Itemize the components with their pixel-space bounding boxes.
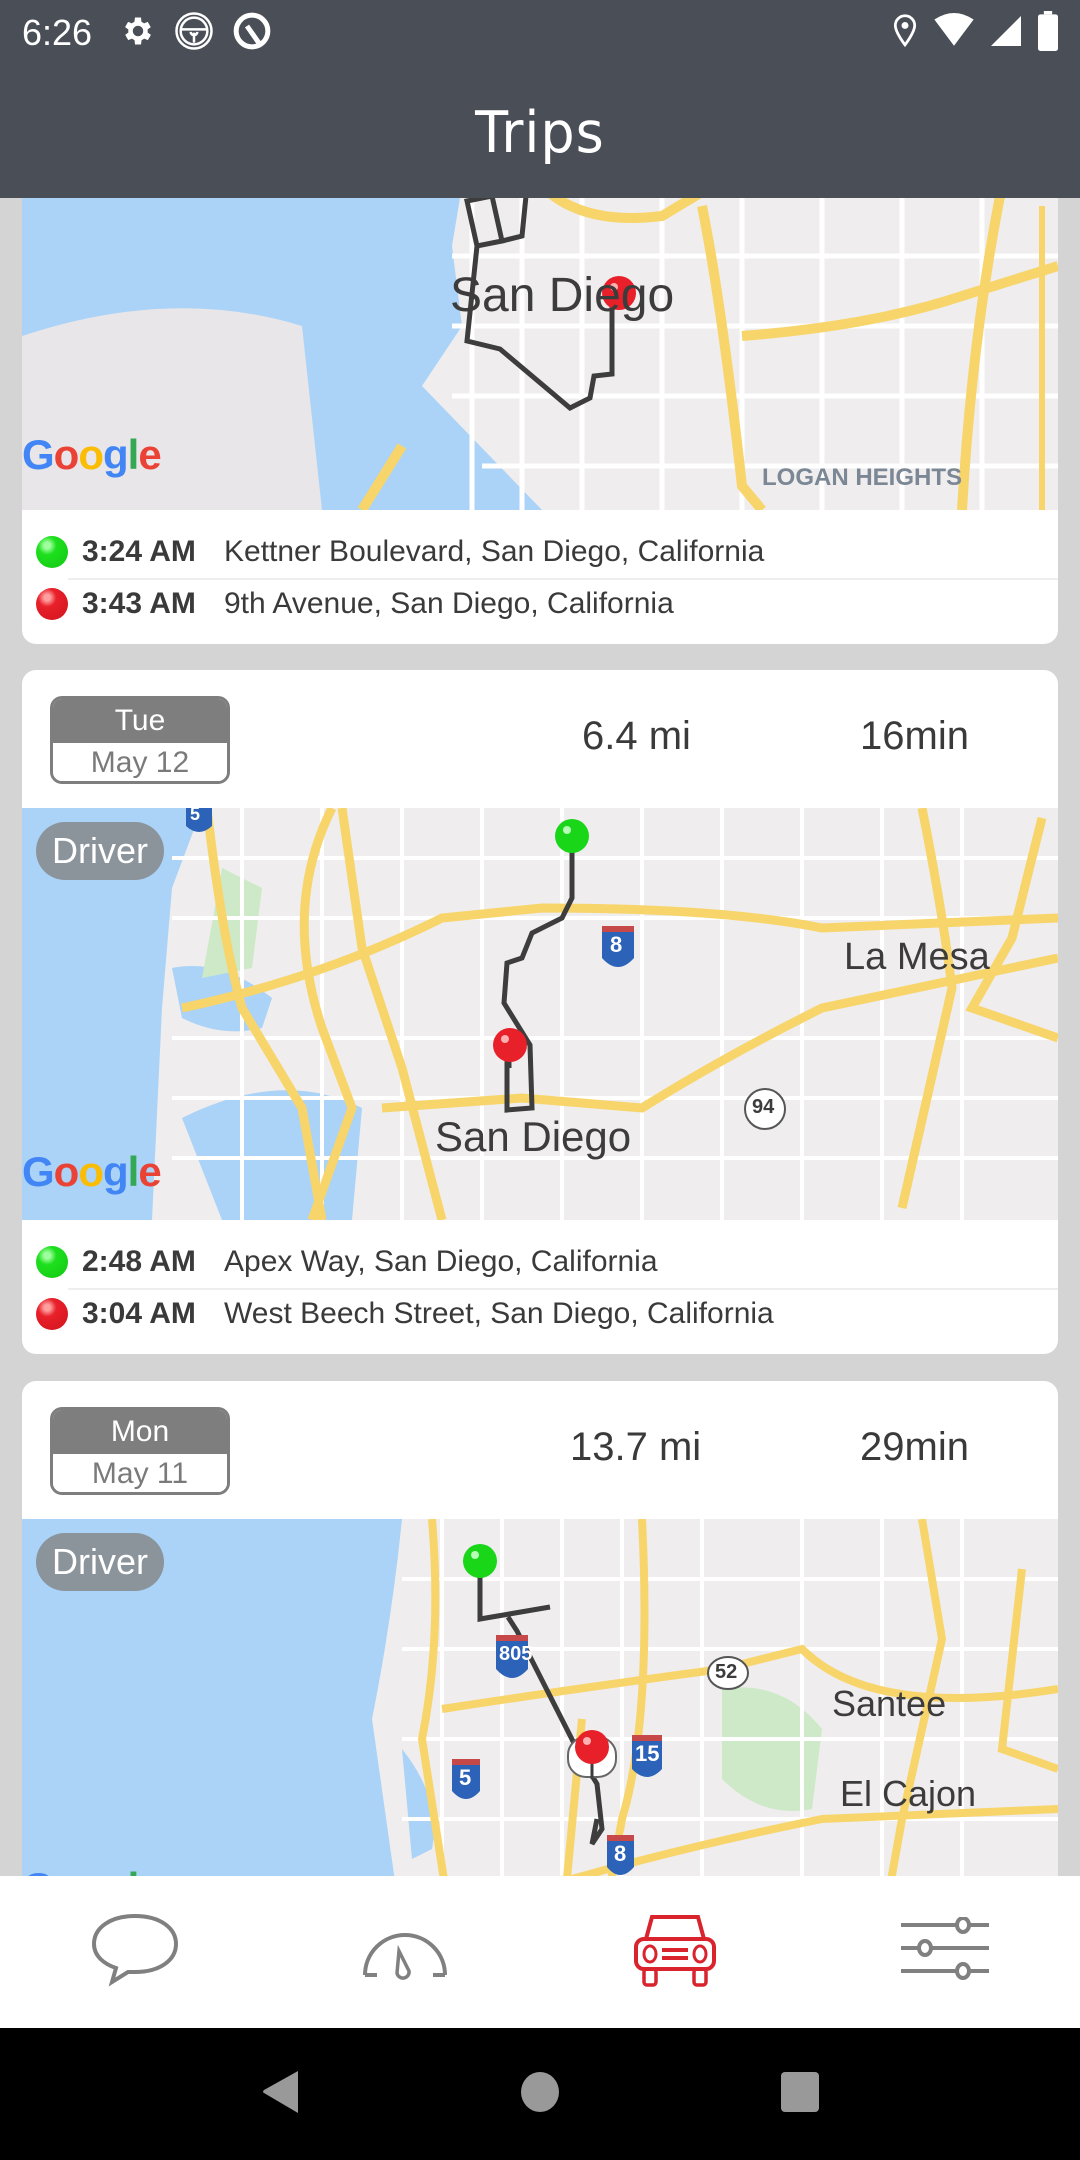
end-time: 3:04 AM (82, 1297, 196, 1330)
trip-card[interactable]: Tue May 12 6.4 mi 16min 5 8 94 La Mesa S… (22, 670, 1058, 1354)
trip-card[interactable]: Mon May 11 13.7 mi 29min 805 52 15 5 8 S… (22, 1381, 1058, 1876)
bottom-nav (0, 1876, 1080, 2028)
date-badge: Tue May 12 (50, 696, 230, 784)
trip-header: Mon May 11 13.7 mi 29min (22, 1381, 1058, 1519)
trip-end: 3:43 AM 9th Avenue, San Diego, Californi… (22, 578, 1058, 630)
back-button[interactable] (240, 2054, 320, 2134)
shield-label: 805 (499, 1643, 533, 1665)
trip-card[interactable]: San Diego LOGAN HEIGHTS Google 3:24 AM K… (22, 198, 1058, 644)
trip-distance: 13.7 mi (570, 1425, 702, 1469)
driver-badge: Driver (36, 822, 164, 880)
nav-trips[interactable] (605, 1902, 745, 2002)
trip-duration: 16min (860, 714, 969, 758)
start-dot-icon (36, 1246, 68, 1278)
trip-start: 2:48 AM Apex Way, San Diego, California (22, 1236, 1058, 1288)
trip-distance: 6.4 mi (582, 714, 691, 758)
location-icon (890, 13, 920, 54)
shield-label: 5 (459, 1765, 472, 1790)
trip-start: 3:24 AM Kettner Boulevard, San Diego, Ca… (22, 526, 1058, 578)
end-dot-icon (36, 1298, 68, 1330)
shield-label: 94 (752, 1096, 775, 1118)
trip-day: Mon (53, 1410, 227, 1454)
recents-icon (780, 2071, 820, 2118)
end-address: West Beech Street, San Diego, California (224, 1297, 774, 1330)
start-dot-icon (36, 536, 68, 568)
trip-duration: 29min (860, 1425, 969, 1469)
driver-badge: Driver (36, 1533, 164, 1591)
start-time: 2:48 AM (82, 1245, 196, 1278)
system-nav-bar (0, 2028, 1080, 2160)
end-address: 9th Avenue, San Diego, California (224, 587, 674, 620)
status-time: 6:26 (22, 12, 93, 53)
map-label: San Diego (450, 269, 675, 322)
shield-label: 5 (190, 808, 201, 824)
gear-icon (120, 13, 156, 54)
trip-day: Tue (53, 699, 227, 743)
date-badge: Mon May 11 (50, 1407, 230, 1495)
page-title: Trips (475, 98, 605, 166)
speedometer-icon (359, 1915, 451, 1990)
map-label: LOGAN HEIGHTS (762, 464, 963, 491)
shield-label: 8 (610, 932, 623, 957)
start-address: Apex Way, San Diego, California (224, 1245, 658, 1278)
shield-label: 52 (715, 1661, 738, 1683)
home-icon (520, 2071, 560, 2118)
trip-stops: 3:24 AM Kettner Boulevard, San Diego, Ca… (22, 510, 1058, 644)
signal-icon (988, 13, 1024, 54)
status-bar: 6:26 (0, 0, 1080, 66)
map-label: Santee (832, 1683, 947, 1724)
map-label: La Mesa (844, 936, 990, 978)
nav-messages[interactable] (65, 1902, 205, 2002)
home-button[interactable] (500, 2054, 580, 2134)
google-logo: Google (22, 431, 162, 478)
battery-icon (1038, 10, 1058, 56)
map-label: El Cajon (840, 1773, 977, 1814)
nav-settings[interactable] (875, 1902, 1015, 2002)
start-address: Kettner Boulevard, San Diego, California (224, 535, 765, 568)
google-logo: Google (22, 1148, 162, 1195)
nav-dashboard[interactable] (335, 1902, 475, 2002)
trip-header: Tue May 12 6.4 mi 16min (22, 670, 1058, 808)
google-logo: Google (22, 1864, 162, 1876)
trip-date: May 11 (53, 1454, 227, 1492)
start-time: 3:24 AM (82, 535, 196, 568)
trip-end: 3:04 AM West Beech Street, San Diego, Ca… (22, 1288, 1058, 1340)
trip-map[interactable]: San Diego LOGAN HEIGHTS Google (22, 198, 1058, 510)
shield-label: 8 (614, 1841, 627, 1866)
steering-wheel-icon (174, 11, 214, 56)
recents-button[interactable] (760, 2054, 840, 2134)
q-app-icon (232, 11, 272, 56)
end-time: 3:43 AM (82, 587, 196, 620)
sliders-icon (899, 1915, 991, 1988)
chat-bubble-icon (90, 1912, 180, 1993)
car-icon (632, 1913, 718, 1992)
back-icon (260, 2069, 300, 2120)
trip-date: May 12 (53, 743, 227, 781)
trip-map[interactable]: 805 52 15 5 8 Santee El Cajon Driver Goo… (22, 1519, 1058, 1876)
trips-list[interactable]: San Diego LOGAN HEIGHTS Google 3:24 AM K… (0, 198, 1080, 1876)
end-dot-icon (36, 588, 68, 620)
app-bar: Trips (0, 66, 1080, 198)
shield-label: 15 (635, 1741, 660, 1766)
map-label: San Diego (435, 1113, 632, 1160)
trip-stops: 2:48 AM Apex Way, San Diego, California … (22, 1220, 1058, 1354)
trip-map[interactable]: 5 8 94 La Mesa San Diego Driver Google (22, 808, 1058, 1220)
wifi-icon (934, 12, 974, 54)
